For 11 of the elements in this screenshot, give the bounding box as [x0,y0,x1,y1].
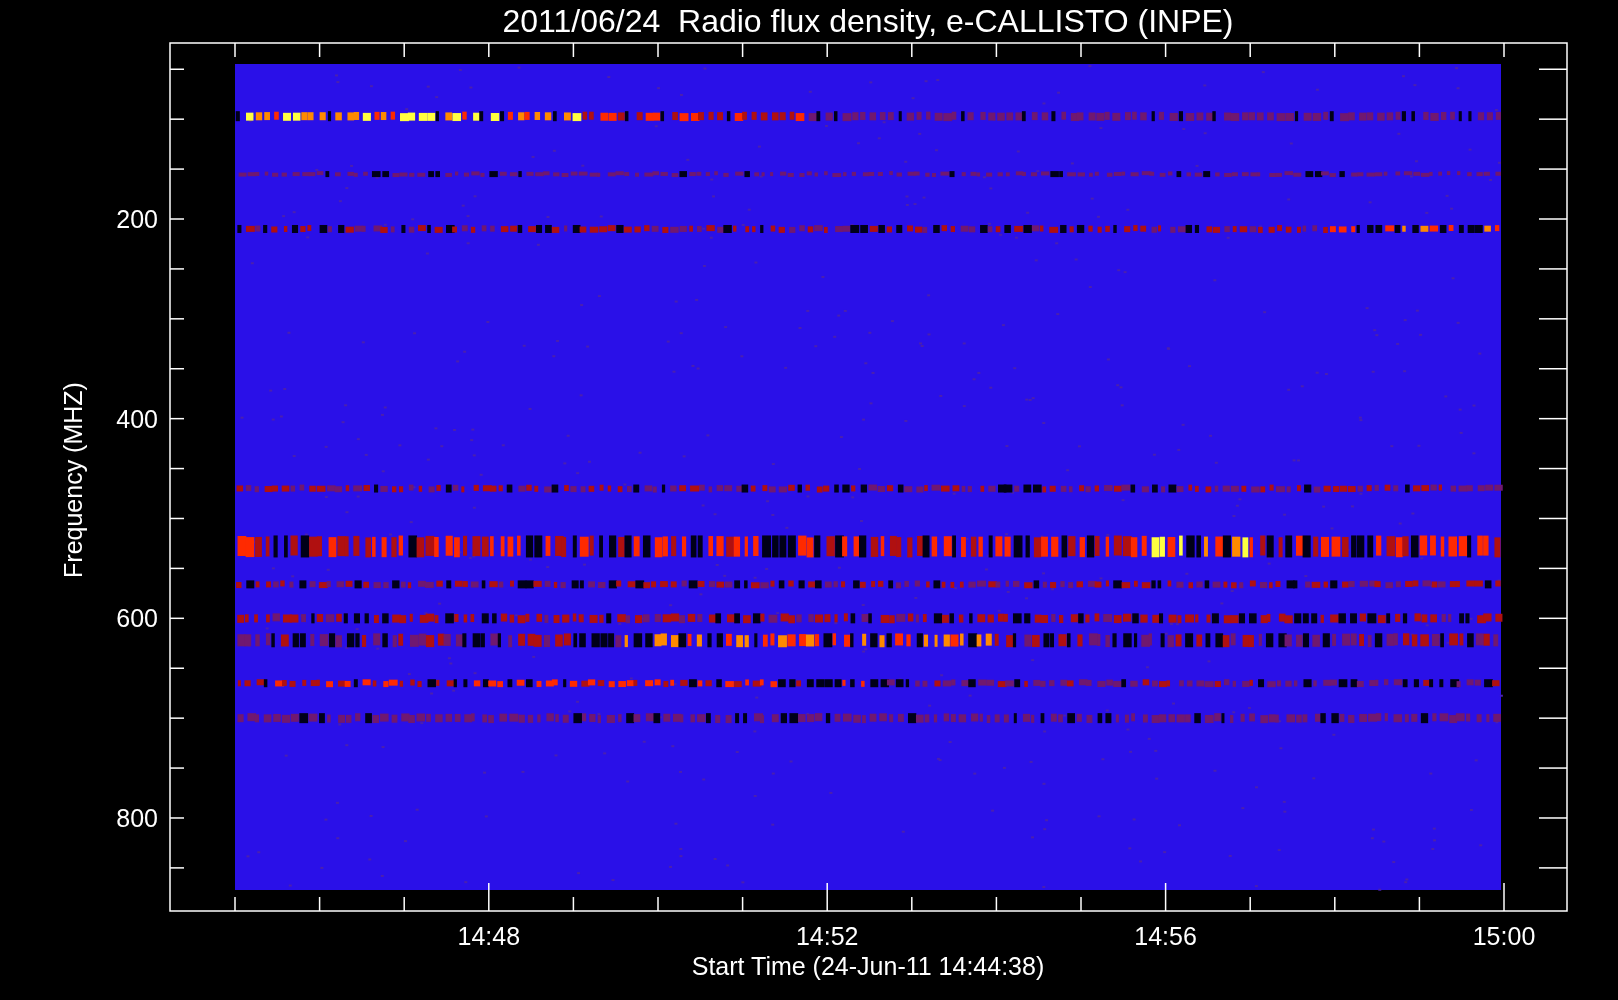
plot-title: 2011/06/24 Radio flux density, e-CALLISTO (INPE) [502,3,1234,39]
x-tick-label: 14:52 [795,922,859,950]
y-tick-label: 200 [116,205,158,233]
x-tick-label: 15:00 [1472,922,1536,950]
y-tick-label: 800 [116,804,158,832]
y-tick-label: 400 [116,404,158,433]
y-axis-label: Frequency (MHZ) [59,382,87,578]
y-tick-label: 600 [116,604,158,633]
x-tick-label: 14:48 [457,922,521,950]
x-axis-label: Start Time (24-Jun-11 14:44:38) [691,952,1045,980]
x-tick-label: 14:56 [1134,922,1197,950]
